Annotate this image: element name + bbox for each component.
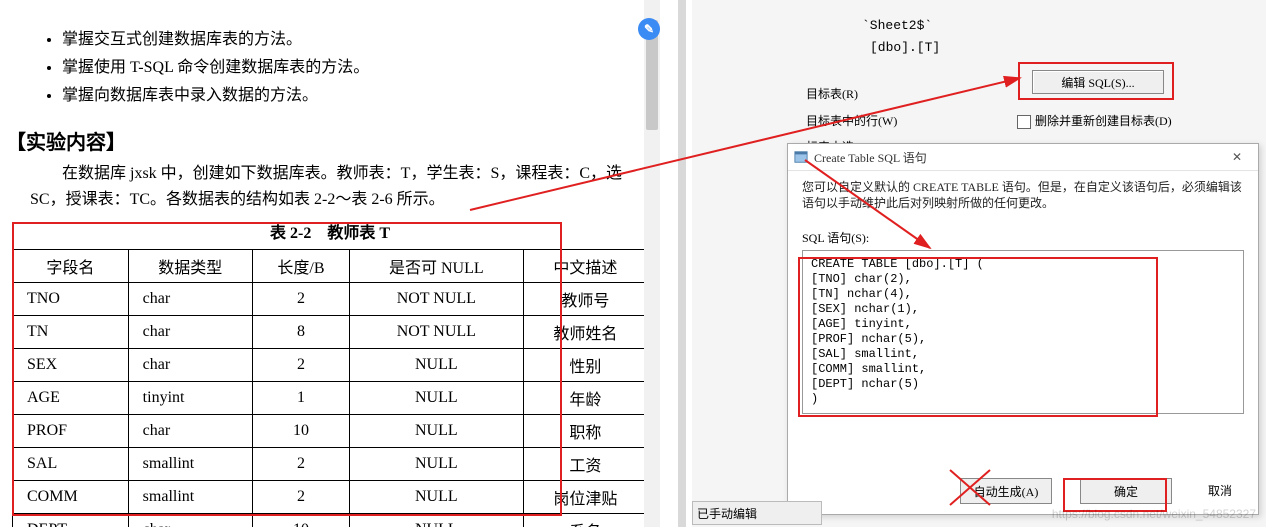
bullet-list: 掌握交互式创建数据库表的方法。 掌握使用 T-SQL 命令创建数据库表的方法。 … <box>0 16 660 110</box>
table-cell: TNO <box>13 283 129 316</box>
table-cell: SAL <box>13 448 129 481</box>
dialog-title: Create Table SQL 语句 <box>814 149 927 166</box>
table-row: SALsmallint2NULL工资 <box>13 448 648 481</box>
bullet-item: 掌握使用 T-SQL 命令创建数据库表的方法。 <box>62 54 660 82</box>
sql-field-label: SQL 语句(S): <box>788 211 1258 248</box>
table-cell: COMM <box>13 481 129 514</box>
rows-field-label: 目标表中的行(W) <box>806 112 897 129</box>
table-cell: char <box>128 283 252 316</box>
table-cell: SEX <box>13 349 129 382</box>
table-cell: 1 <box>252 382 349 415</box>
ok-button[interactable]: 确定 <box>1080 478 1172 504</box>
autogenerate-button-label: 自动生成(A) <box>974 483 1039 500</box>
table-cell: 10 <box>252 415 349 448</box>
paragraph: 在数据库 jxsk 中，创建如下数据库表。教师表：T，学生表：S，课程表：C，选… <box>0 161 660 213</box>
dialog-icon <box>794 150 808 164</box>
table-cell: smallint <box>128 481 252 514</box>
table-cell: NOT NULL <box>349 283 523 316</box>
schema-table: 字段名 数据类型 长度/B 是否可 NULL 中文描述 TNOchar2NOT … <box>12 249 648 527</box>
close-icon[interactable]: ✕ <box>1222 147 1252 167</box>
section-heading: 【实验内容】 <box>6 126 660 155</box>
sql-textarea[interactable]: CREATE TABLE [dbo].[T] ( [TNO] char(2), … <box>802 250 1244 414</box>
table-row: COMMsmallint2NULL岗位津贴 <box>13 481 648 514</box>
dest-table-label: [dbo].[T] <box>870 40 940 55</box>
table-cell: DEPT <box>13 514 129 527</box>
watermark: https://blog.csdn.net/weixin_54852327 <box>1052 507 1256 521</box>
dest-table-field-label: 目标表(R) <box>806 85 858 102</box>
table-cell: 岗位津贴 <box>523 481 647 514</box>
table-cell: 2 <box>252 349 349 382</box>
status-edited-label: 已手动编辑 <box>692 501 822 525</box>
table-cell: 性别 <box>523 349 647 382</box>
ok-button-label: 确定 <box>1114 483 1138 500</box>
table-cell: 职称 <box>523 415 647 448</box>
table-cell: NULL <box>349 514 523 527</box>
table-cell: 2 <box>252 448 349 481</box>
table-cell: AGE <box>13 382 129 415</box>
table-row: TNchar8NOT NULL教师姓名 <box>13 316 648 349</box>
table-cell: 系名 <box>523 514 647 527</box>
table-cell: NULL <box>349 382 523 415</box>
cancel-button[interactable]: 取消 <box>1200 478 1240 502</box>
table-cell: NULL <box>349 481 523 514</box>
table-cell: char <box>128 514 252 527</box>
col-header: 字段名 <box>13 250 129 283</box>
source-sheet-label: `Sheet2$` <box>862 18 932 33</box>
table-cell: char <box>128 415 252 448</box>
cancel-button-label: 取消 <box>1208 482 1232 499</box>
table-cell: 教师姓名 <box>523 316 647 349</box>
import-wizard-pane: `Sheet2$` [dbo].[T] 编辑 SQL(S)... 目标表(R) … <box>692 0 1266 527</box>
table-cell: 8 <box>252 316 349 349</box>
table-row: SEXchar2NULL性别 <box>13 349 648 382</box>
table-cell: 10 <box>252 514 349 527</box>
document-pane: 掌握交互式创建数据库表的方法。 掌握使用 T-SQL 命令创建数据库表的方法。 … <box>0 0 660 527</box>
dialog-titlebar[interactable]: Create Table SQL 语句 ✕ <box>788 144 1258 171</box>
table-title: 表 2-2 教师表 T <box>0 219 660 243</box>
table-cell: 工资 <box>523 448 647 481</box>
table-cell: char <box>128 316 252 349</box>
drop-recreate-checkbox[interactable]: 删除并重新创建目标表(D) <box>1017 112 1172 129</box>
floating-badge-icon[interactable]: ✎ <box>638 18 660 40</box>
table-cell: TN <box>13 316 129 349</box>
checkbox-icon <box>1017 115 1031 129</box>
table-cell: NULL <box>349 448 523 481</box>
pane-divider <box>678 0 686 527</box>
scrollbar[interactable] <box>644 0 660 527</box>
table-cell: PROF <box>13 415 129 448</box>
create-table-sql-dialog: Create Table SQL 语句 ✕ 您可以自定义默认的 CREATE T… <box>787 143 1259 515</box>
edit-sql-button-label: 编辑 SQL(S)... <box>1061 74 1134 91</box>
table-cell: char <box>128 349 252 382</box>
table-cell: NULL <box>349 415 523 448</box>
drop-recreate-label: 删除并重新创建目标表(D) <box>1035 114 1172 128</box>
col-header: 是否可 NULL <box>349 250 523 283</box>
table-row: AGEtinyint1NULL年龄 <box>13 382 648 415</box>
table-cell: 教师号 <box>523 283 647 316</box>
bullet-item: 掌握向数据库表中录入数据的方法。 <box>62 82 660 110</box>
table-row: PROFchar10NULL职称 <box>13 415 648 448</box>
dialog-hint: 您可以自定义默认的 CREATE TABLE 语句。但是，在自定义该语句后，必须… <box>788 171 1258 211</box>
edit-sql-button[interactable]: 编辑 SQL(S)... <box>1032 70 1164 94</box>
table-cell: smallint <box>128 448 252 481</box>
table-row: DEPTchar10NULL系名 <box>13 514 648 527</box>
table-cell: NOT NULL <box>349 316 523 349</box>
autogenerate-button[interactable]: 自动生成(A) <box>960 478 1052 504</box>
col-header: 数据类型 <box>128 250 252 283</box>
table-cell: NULL <box>349 349 523 382</box>
table-cell: 2 <box>252 481 349 514</box>
table-cell: 年龄 <box>523 382 647 415</box>
table-cell: tinyint <box>128 382 252 415</box>
table-row: TNOchar2NOT NULL教师号 <box>13 283 648 316</box>
col-header: 中文描述 <box>523 250 647 283</box>
bullet-item: 掌握交互式创建数据库表的方法。 <box>62 26 660 54</box>
table-cell: 2 <box>252 283 349 316</box>
col-header: 长度/B <box>252 250 349 283</box>
